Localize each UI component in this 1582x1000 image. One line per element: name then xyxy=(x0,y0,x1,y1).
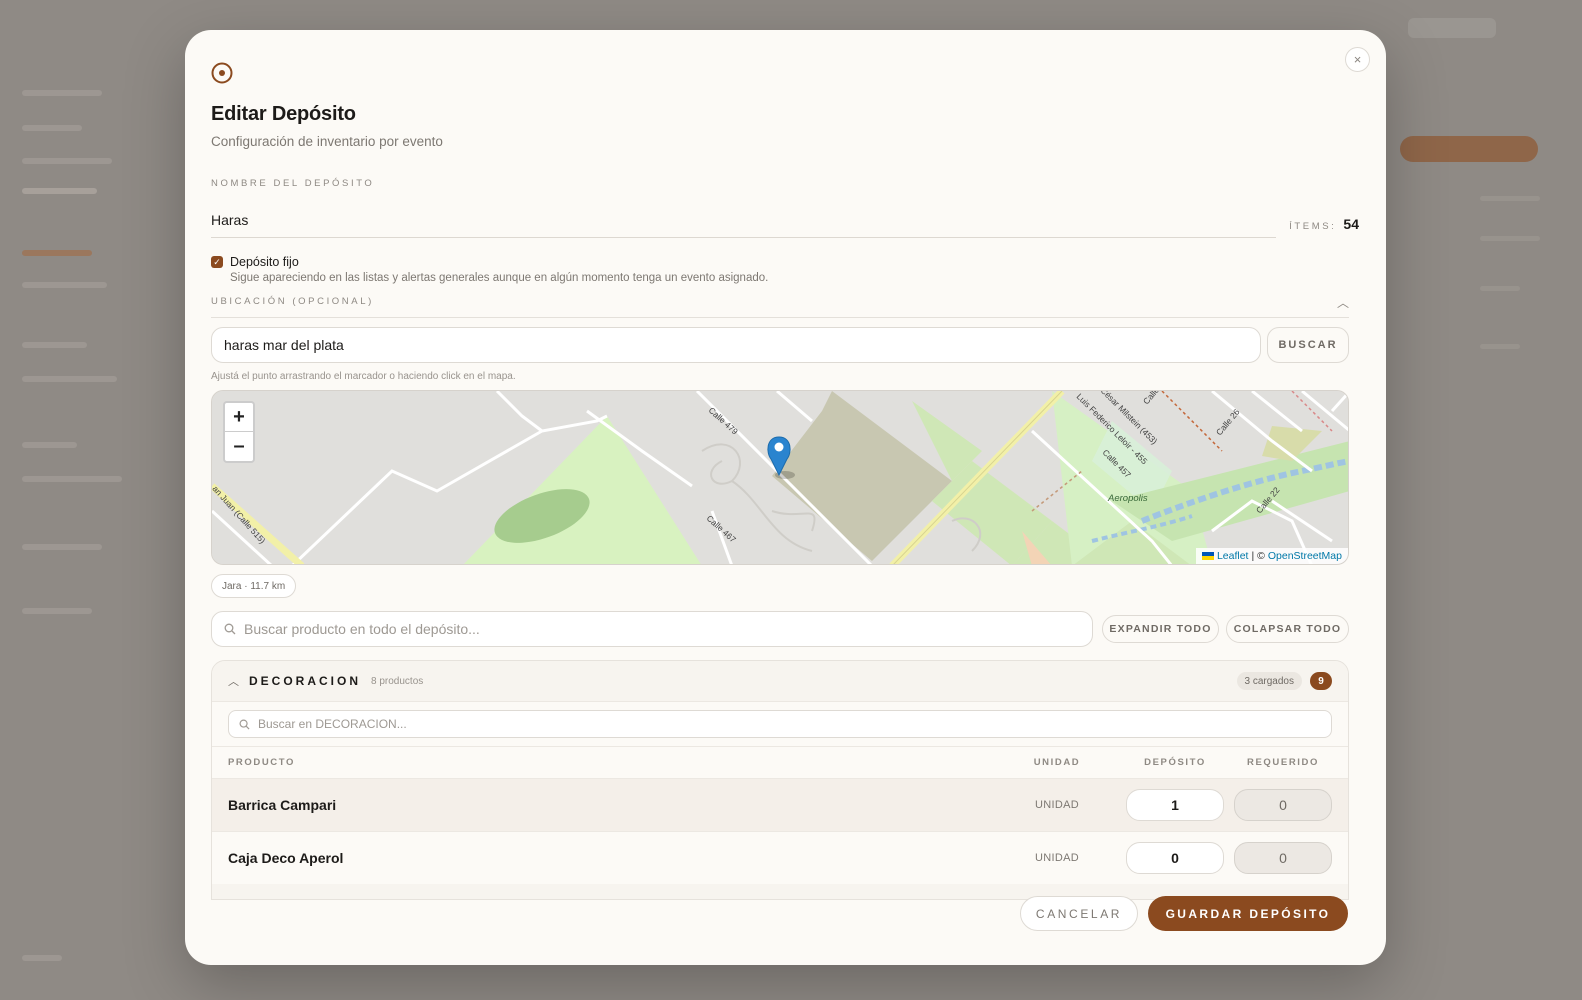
product-unit: UNIDAD xyxy=(1035,852,1079,864)
modal-subtitle: Configuración de inventario por evento xyxy=(211,134,443,149)
zoom-in-button[interactable]: + xyxy=(225,403,253,432)
cancel-button[interactable]: CANCELAR xyxy=(1020,896,1138,931)
column-header: PRODUCTO xyxy=(228,757,295,768)
search-icon xyxy=(224,623,236,635)
category-name: DECORACION xyxy=(249,674,362,688)
items-label: ÍTEMS: xyxy=(1289,221,1337,232)
product-search-placeholder: Buscar producto en todo el depósito... xyxy=(244,621,480,637)
product-name: Caja Deco Aperol xyxy=(228,850,344,866)
count-badge: 9 xyxy=(1310,672,1332,690)
chevron-up-icon[interactable]: ︿ xyxy=(228,673,239,689)
map-attribution: Leaflet | © OpenStreetMap xyxy=(1195,548,1348,564)
leaflet-link[interactable]: Leaflet xyxy=(1217,550,1249,562)
items-counter: ÍTEMS: 54 xyxy=(1289,216,1359,232)
product-name: Barrica Campari xyxy=(228,797,337,813)
deposit-quantity-input[interactable]: 1 xyxy=(1126,789,1224,821)
column-header: UNIDAD xyxy=(1033,757,1081,768)
target-icon xyxy=(211,62,233,84)
fixed-deposit-option: ✓ Depósito fijo Sigue apareciendo en las… xyxy=(211,255,768,284)
location-section-header[interactable]: UBICACIÓN (OPCIONAL) ︿ xyxy=(211,296,1349,318)
search-icon xyxy=(239,719,250,730)
close-button[interactable]: × xyxy=(1345,47,1370,72)
modal-title: Editar Depósito xyxy=(211,103,356,125)
category-header[interactable]: ︿ DECORACION 8 productos 3 cargados 9 xyxy=(212,661,1348,701)
product-unit: UNIDAD xyxy=(1035,799,1079,811)
required-quantity: 0 xyxy=(1234,842,1332,874)
required-quantity: 0 xyxy=(1234,789,1332,821)
loaded-chip: 3 cargados xyxy=(1236,672,1302,690)
deposit-name-input[interactable] xyxy=(211,202,1276,238)
zoom-out-button[interactable]: – xyxy=(225,432,253,461)
location-map[interactable]: Calle 479 Calle 467 an Juan (Calle 515) … xyxy=(211,390,1349,565)
deposit-quantity-input[interactable]: 0 xyxy=(1126,842,1224,874)
ukraine-flag-icon xyxy=(1201,552,1214,560)
product-search-input[interactable]: Buscar producto en todo el depósito... xyxy=(211,611,1093,647)
map-zoom-control: + – xyxy=(223,401,255,463)
items-count: 54 xyxy=(1343,216,1359,232)
category-search-input[interactable]: Buscar en DECORACION... xyxy=(228,710,1332,738)
fixed-deposit-title: Depósito fijo xyxy=(230,255,299,269)
table-row: Caja Deco Aperol UNIDAD 0 0 xyxy=(212,831,1348,884)
search-location-button[interactable]: BUSCAR xyxy=(1267,327,1349,363)
edit-deposit-modal: × Editar Depósito Configuración de inven… xyxy=(185,30,1386,965)
fixed-deposit-checkbox[interactable]: ✓ xyxy=(211,256,223,268)
save-deposit-button[interactable]: GUARDAR DEPÓSITO xyxy=(1148,896,1348,931)
category-product-count: 8 productos xyxy=(371,675,424,687)
openstreetmap-link[interactable]: OpenStreetMap xyxy=(1268,550,1342,562)
map-label: Aeropolis xyxy=(1107,493,1148,504)
map-tiles[interactable]: Calle 479 Calle 467 an Juan (Calle 515) … xyxy=(212,391,1349,565)
table-row: Barrica Campari UNIDAD 1 0 xyxy=(212,778,1348,831)
location-label: UBICACIÓN (OPCIONAL) xyxy=(211,296,374,307)
table-header: PRODUCTO UNIDAD DEPÓSITO REQUERIDO xyxy=(212,746,1348,778)
column-header: DEPÓSITO xyxy=(1144,757,1206,768)
name-label: NOMBRE DEL DEPÓSITO xyxy=(211,178,375,189)
column-header: REQUERIDO xyxy=(1247,757,1319,768)
category-search-placeholder: Buscar en DECORACION... xyxy=(258,717,407,731)
expand-all-button[interactable]: EXPANDIR TODO xyxy=(1102,615,1219,643)
collapse-all-button[interactable]: COLAPSAR TODO xyxy=(1226,615,1349,643)
fixed-deposit-description: Sigue apareciendo en las listas y alerta… xyxy=(230,272,769,284)
attribution-separator: | © xyxy=(1251,550,1265,562)
location-search-input[interactable]: haras mar del plata xyxy=(211,327,1261,363)
distance-chip: Jara · 11.7 km xyxy=(211,574,297,598)
chevron-up-icon[interactable]: ︿ xyxy=(1337,294,1349,317)
map-hint: Ajustá el punto arrastrando el marcador … xyxy=(211,371,516,382)
category-decoracion: ︿ DECORACION 8 productos 3 cargados 9 Bu… xyxy=(211,660,1349,900)
